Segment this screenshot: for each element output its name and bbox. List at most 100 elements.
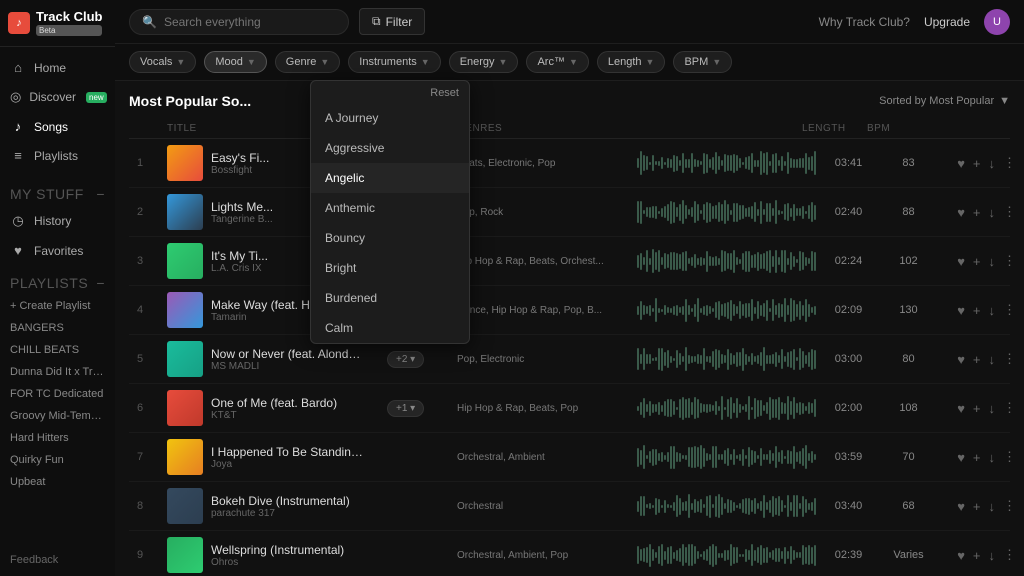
add-icon[interactable]: +	[973, 352, 981, 367]
mood-item-burdened[interactable]: Burdened	[311, 283, 469, 313]
download-icon[interactable]: ↓	[989, 548, 996, 563]
sidebar-item-playlists[interactable]: ≡ Playlists	[0, 141, 115, 170]
more-icon[interactable]: ⋮	[1003, 155, 1016, 171]
download-icon[interactable]: ↓	[989, 450, 996, 465]
sidebar-item-history[interactable]: ◷ History	[0, 206, 115, 236]
add-icon[interactable]: +	[973, 205, 981, 220]
sidebar-playlist-dunna[interactable]: Dunna Did It x Track ...	[0, 361, 115, 383]
table-row[interactable]: 5 Now or Never (feat. Alonda ... MS MADL…	[129, 335, 1010, 384]
playlists-toggle[interactable]: −	[96, 275, 105, 291]
sidebar-create-playlist[interactable]: + Create Playlist	[0, 295, 115, 317]
filter-button[interactable]: ⧉ Filter	[359, 8, 425, 35]
upgrade-link[interactable]: Upgrade	[924, 15, 970, 29]
table-row[interactable]: 2 Lights Me... Tangerine B... +1 ▾ Pop, …	[129, 188, 1010, 237]
more-icon[interactable]: ⋮	[1003, 302, 1016, 318]
filter-genre[interactable]: Genre ▼	[275, 51, 341, 73]
favorite-icon[interactable]: ♥	[957, 499, 965, 514]
more-icon[interactable]: ⋮	[1003, 400, 1016, 416]
more-icon[interactable]: ⋮	[1003, 547, 1016, 563]
track-waveform[interactable]	[637, 296, 816, 324]
track-artist: Ohros	[211, 557, 344, 568]
mood-item-bright[interactable]: Bright	[311, 253, 469, 283]
mood-item-anthemic[interactable]: Anthemic	[311, 193, 469, 223]
table-row[interactable]: 4 Make Way (feat. Hunter Love) Tamarin +…	[129, 286, 1010, 335]
track-waveform[interactable]	[637, 394, 816, 422]
add-icon[interactable]: +	[973, 450, 981, 465]
table-row[interactable]: 3 It's My Ti... L.A. Cris IX +1 ▾ Hip Ho…	[129, 237, 1010, 286]
more-icon[interactable]: ⋮	[1003, 204, 1016, 220]
track-waveform[interactable]	[637, 198, 816, 226]
favorite-icon[interactable]: ♥	[957, 548, 965, 563]
favorite-icon[interactable]: ♥	[957, 205, 965, 220]
track-number: 9	[137, 549, 167, 561]
favorite-icon[interactable]: ♥	[957, 450, 965, 465]
download-icon[interactable]: ↓	[989, 303, 996, 318]
add-icon[interactable]: +	[973, 401, 981, 416]
add-icon[interactable]: +	[973, 548, 981, 563]
more-icon[interactable]: ⋮	[1003, 449, 1016, 465]
favorite-icon[interactable]: ♥	[957, 352, 965, 367]
sidebar-playlist-hard[interactable]: Hard Hitters	[0, 427, 115, 449]
add-icon[interactable]: +	[973, 303, 981, 318]
add-icon[interactable]: +	[973, 254, 981, 269]
more-icon[interactable]: ⋮	[1003, 253, 1016, 269]
download-icon[interactable]: ↓	[989, 401, 996, 416]
sidebar-playlist-bangers[interactable]: BANGERS	[0, 317, 115, 339]
track-waveform[interactable]	[637, 492, 816, 520]
filter-length[interactable]: Length ▼	[597, 51, 666, 73]
avatar[interactable]: U	[984, 9, 1010, 35]
mood-item-angelic[interactable]: Angelic	[311, 163, 469, 193]
download-icon[interactable]: ↓	[989, 499, 996, 514]
version-badge[interactable]: +1 ▾	[387, 400, 424, 417]
filter-mood[interactable]: Mood ▼	[204, 51, 266, 73]
favorite-icon[interactable]: ♥	[957, 303, 965, 318]
mood-item-aggressive[interactable]: Aggressive	[311, 133, 469, 163]
sidebar-playlist-upbeat[interactable]: Upbeat	[0, 471, 115, 493]
track-waveform[interactable]	[637, 247, 816, 275]
sidebar-playlist-groovy[interactable]: Groovy Mid-Tempo B...	[0, 405, 115, 427]
track-waveform[interactable]	[637, 149, 816, 177]
version-badge[interactable]: +2 ▾	[387, 351, 424, 368]
track-waveform[interactable]	[637, 345, 816, 373]
download-icon[interactable]: ↓	[989, 205, 996, 220]
mood-item-journey[interactable]: A Journey	[311, 103, 469, 133]
sidebar-item-favorites[interactable]: ♥ Favorites	[0, 236, 115, 265]
table-row[interactable]: 8 Bokeh Dive (Instrumental) parachute 31…	[129, 482, 1010, 531]
favorite-icon[interactable]: ♥	[957, 156, 965, 171]
more-icon[interactable]: ⋮	[1003, 351, 1016, 367]
add-icon[interactable]: +	[973, 156, 981, 171]
more-icon[interactable]: ⋮	[1003, 498, 1016, 514]
mood-item-bouncy[interactable]: Bouncy	[311, 223, 469, 253]
favorite-icon[interactable]: ♥	[957, 254, 965, 269]
track-waveform[interactable]	[637, 541, 816, 569]
filter-energy[interactable]: Energy ▼	[449, 51, 519, 73]
filter-instruments[interactable]: Instruments ▼	[348, 51, 440, 73]
add-icon[interactable]: +	[973, 499, 981, 514]
table-row[interactable]: 9 Wellspring (Instrumental) Ohros Orches…	[129, 531, 1010, 576]
search-input[interactable]	[164, 15, 304, 29]
sidebar-item-songs[interactable]: ♪ Songs	[0, 112, 115, 141]
filter-bpm[interactable]: BPM ▼	[673, 51, 732, 73]
table-row[interactable]: 7 I Happened To Be Standing ... Joya Orc…	[129, 433, 1010, 482]
my-stuff-toggle[interactable]: −	[96, 186, 105, 202]
why-trackclub-link[interactable]: Why Track Club?	[819, 15, 910, 29]
download-icon[interactable]: ↓	[989, 352, 996, 367]
sidebar-item-discover[interactable]: ◎ Discover new	[0, 82, 115, 112]
mood-item-calm[interactable]: Calm	[311, 313, 469, 343]
download-icon[interactable]: ↓	[989, 156, 996, 171]
filter-vocals[interactable]: Vocals ▼	[129, 51, 196, 73]
mood-reset-button[interactable]: Reset	[430, 87, 459, 99]
feedback-button[interactable]: Feedback	[0, 544, 115, 576]
table-row[interactable]: 1 Easy's Fi... Bossfight Beats, Electron…	[129, 139, 1010, 188]
sidebar-item-home[interactable]: ⌂ Home	[0, 53, 115, 82]
sidebar-playlist-quirky[interactable]: Quirky Fun	[0, 449, 115, 471]
track-waveform[interactable]	[637, 443, 816, 471]
favorite-icon[interactable]: ♥	[957, 401, 965, 416]
sort-dropdown[interactable]: Sorted by Most Popular ▼	[879, 95, 1010, 107]
sidebar-playlist-chill[interactable]: CHILL BEATS	[0, 339, 115, 361]
download-icon[interactable]: ↓	[989, 254, 996, 269]
filter-arc[interactable]: Arc™ ▼	[526, 51, 588, 73]
track-length: 03:00	[816, 353, 881, 365]
sidebar-playlist-fortc[interactable]: FOR TC Dedicated	[0, 383, 115, 405]
table-row[interactable]: 6 One of Me (feat. Bardo) KT&T +1 ▾ Hip …	[129, 384, 1010, 433]
